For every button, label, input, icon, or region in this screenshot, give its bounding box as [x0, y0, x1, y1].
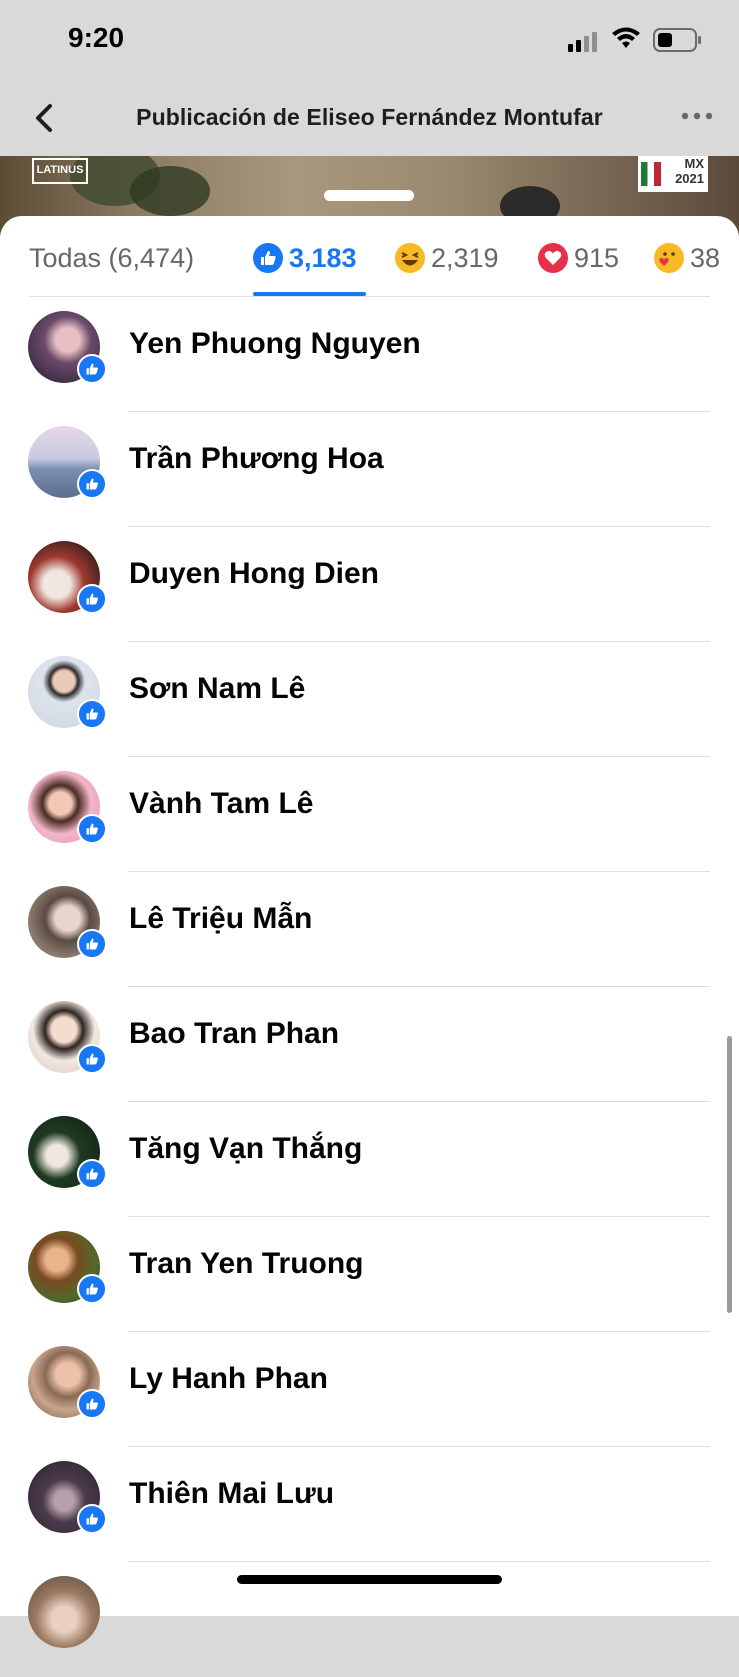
- like-icon: [77, 1274, 107, 1304]
- person-name[interactable]: Sơn Nam Lê: [129, 672, 305, 706]
- person-name[interactable]: Tran Yen Truong: [129, 1247, 364, 1281]
- like-icon: [77, 1044, 107, 1074]
- home-indicator[interactable]: [237, 1575, 502, 1584]
- tab-care[interactable]: 38: [654, 238, 720, 278]
- battery-icon: [653, 28, 701, 52]
- reactions-list: Yen Phuong Nguyen Trần Phương Hoa Duyen …: [0, 297, 739, 1677]
- wifi-icon: [612, 27, 640, 48]
- list-item[interactable]: Trần Phương Hoa: [0, 412, 739, 527]
- tab-all[interactable]: Todas (6,474): [29, 238, 194, 278]
- list-item[interactable]: Bao Tran Phan: [0, 987, 739, 1102]
- sheet-grabber-handle[interactable]: [324, 190, 414, 201]
- mexico-flag-icon: [641, 162, 661, 186]
- like-icon: [253, 243, 283, 273]
- list-item[interactable]: Vành Tam Lê: [0, 757, 739, 872]
- more-options-icon[interactable]: [680, 106, 714, 126]
- reaction-tabs: Todas (6,474) 3,183 2,319 915 38: [0, 216, 739, 296]
- like-icon: [77, 929, 107, 959]
- person-name[interactable]: Thiên Mai Lưu: [129, 1477, 334, 1511]
- person-name[interactable]: Yen Phuong Nguyen: [129, 327, 421, 361]
- person-name[interactable]: Ly Hanh Phan: [129, 1362, 328, 1396]
- avatar[interactable]: [28, 1576, 100, 1648]
- list-item[interactable]: Yen Phuong Nguyen: [0, 297, 739, 412]
- list-item[interactable]: Duyen Hong Dien: [0, 527, 739, 642]
- status-time: 9:20: [68, 22, 125, 53]
- tab-like-count: 3,183: [289, 242, 357, 273]
- tab-haha[interactable]: 2,319: [395, 238, 499, 278]
- love-heart-icon: [538, 243, 568, 273]
- like-icon: [77, 354, 107, 384]
- like-icon: [77, 699, 107, 729]
- status-bar: 9:20: [0, 0, 739, 80]
- tab-all-label: Todas (6,474): [29, 242, 195, 273]
- person-name[interactable]: Trần Phương Hoa: [129, 442, 384, 476]
- like-icon: [77, 584, 107, 614]
- haha-emoji-icon: [395, 243, 425, 273]
- scrollbar[interactable]: [727, 1036, 732, 1313]
- list-item[interactable]: Tăng Vạn Thắng: [0, 1102, 739, 1217]
- like-icon: [77, 1389, 107, 1419]
- tab-care-count: 38: [690, 242, 721, 273]
- like-icon: [77, 1159, 107, 1189]
- list-item[interactable]: Tran Yen Truong: [0, 1217, 739, 1332]
- person-name[interactable]: Vành Tam Lê: [129, 787, 313, 821]
- tab-haha-count: 2,319: [431, 242, 499, 273]
- mx2021-badge: MX 2021: [638, 156, 708, 192]
- like-icon: [77, 814, 107, 844]
- list-item[interactable]: Thiên Mai Lưu: [0, 1447, 739, 1562]
- person-name[interactable]: Tăng Vạn Thắng: [129, 1132, 362, 1166]
- page-title: Publicación de Eliseo Fernández Montufar: [136, 104, 603, 130]
- cellular-signal-icon: [568, 32, 597, 52]
- list-item[interactable]: Sơn Nam Lê: [0, 642, 739, 757]
- list-item[interactable]: Ly Hanh Phan: [0, 1332, 739, 1447]
- care-emoji-icon: [654, 243, 684, 273]
- tab-love-count: 915: [574, 242, 620, 273]
- person-name[interactable]: Bao Tran Phan: [129, 1017, 339, 1051]
- navigation-header: Publicación de Eliseo Fernández Montufar: [0, 80, 739, 156]
- latinus-logo: LATINUS: [32, 158, 88, 184]
- reactions-sheet: Todas (6,474) 3,183 2,319 915 38 Yen Phu…: [0, 216, 739, 1648]
- like-icon: [77, 1504, 107, 1534]
- person-name[interactable]: Duyen Hong Dien: [129, 557, 379, 591]
- tab-like[interactable]: 3,183: [253, 238, 357, 278]
- tab-love[interactable]: 915: [538, 238, 619, 278]
- person-name[interactable]: Lê Triệu Mẫn: [129, 902, 312, 936]
- like-icon: [77, 469, 107, 499]
- list-item[interactable]: Lê Triệu Mẫn: [0, 872, 739, 987]
